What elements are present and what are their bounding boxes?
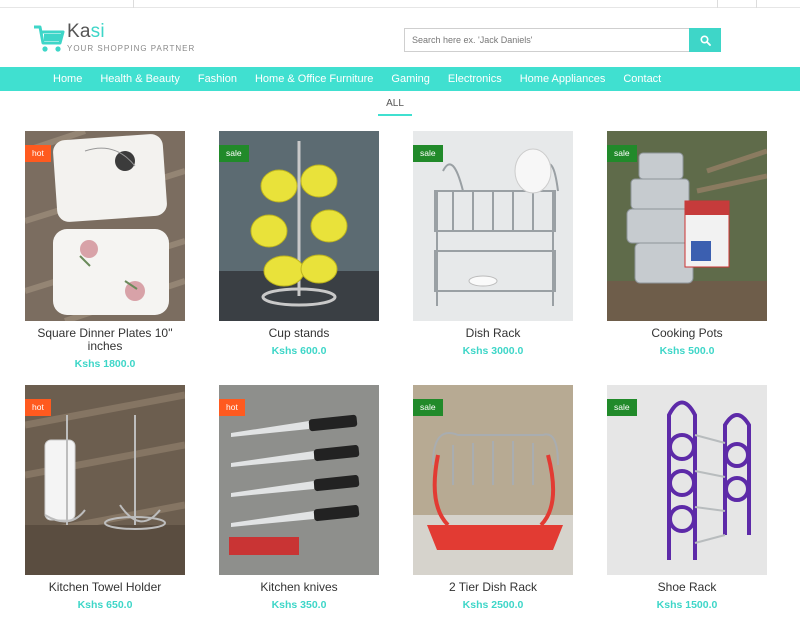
- product-price: Kshs 2500.0: [462, 599, 524, 611]
- product-image[interactable]: sale: [607, 385, 767, 575]
- sale-badge: sale: [413, 399, 443, 416]
- product-price: Kshs 500.0: [659, 345, 715, 357]
- top-strip-divider: [133, 0, 134, 8]
- product-price: Kshs 1800.0: [74, 358, 136, 370]
- hot-badge: hot: [25, 145, 51, 162]
- brand-name-main: Ka: [67, 21, 91, 42]
- product-price: Kshs 1500.0: [656, 599, 718, 611]
- search-bar: [404, 28, 721, 52]
- main-nav: Home Health & Beauty Fashion Home & Offi…: [0, 67, 800, 91]
- product-price: Kshs 3000.0: [462, 345, 524, 357]
- product-name[interactable]: 2 Tier Dish Rack: [413, 581, 573, 594]
- top-strip-divider: [717, 0, 718, 8]
- product-image[interactable]: sale: [219, 131, 379, 321]
- product-card[interactable]: hot Kitchen knives Kshs 350.0: [219, 385, 379, 611]
- product-name[interactable]: Cup stands: [219, 327, 379, 340]
- top-strip-divider: [756, 0, 757, 8]
- search-button[interactable]: [689, 28, 721, 52]
- sale-badge: sale: [413, 145, 443, 162]
- sale-badge: sale: [607, 145, 637, 162]
- nav-item-home-office-furniture[interactable]: Home & Office Furniture: [246, 67, 382, 91]
- nav-item-home-appliances[interactable]: Home Appliances: [511, 67, 615, 91]
- filter-tab-all[interactable]: ALL: [378, 98, 412, 116]
- product-image[interactable]: sale: [413, 131, 573, 321]
- product-name[interactable]: Cooking Pots: [607, 327, 767, 340]
- product-card[interactable]: hot Square Dinner Plates 10'' inches Ksh…: [25, 131, 185, 370]
- product-price: Kshs 650.0: [77, 599, 133, 611]
- product-price: Kshs 350.0: [271, 599, 327, 611]
- top-strip: [0, 0, 800, 8]
- product-card[interactable]: sale Cup stands Kshs 600.0: [219, 131, 379, 357]
- product-name[interactable]: Dish Rack: [413, 327, 573, 340]
- product-card[interactable]: hot Kitchen Towel Holder Kshs 650.0: [25, 385, 185, 611]
- site-logo[interactable]: Kasi YOUR SHOPPING PARTNER: [33, 22, 195, 56]
- product-card[interactable]: sale Cooking Pots Kshs 500.0: [607, 131, 767, 357]
- nav-item-health-beauty[interactable]: Health & Beauty: [91, 67, 189, 91]
- product-name[interactable]: Square Dinner Plates 10'' inches: [25, 327, 185, 353]
- product-price: Kshs 600.0: [271, 345, 327, 357]
- sale-badge: sale: [607, 399, 637, 416]
- product-image[interactable]: sale: [607, 131, 767, 321]
- product-name[interactable]: Kitchen Towel Holder: [25, 581, 185, 594]
- nav-item-electronics[interactable]: Electronics: [439, 67, 511, 91]
- product-card[interactable]: sale Shoe Rack Kshs 1500.0: [607, 385, 767, 611]
- product-image[interactable]: hot: [25, 385, 185, 575]
- hot-badge: hot: [25, 399, 51, 416]
- nav-item-home[interactable]: Home: [44, 67, 91, 91]
- product-name[interactable]: Kitchen knives: [219, 581, 379, 594]
- shopping-cart-icon: [34, 25, 65, 52]
- sale-badge: sale: [219, 145, 249, 162]
- hot-badge: hot: [219, 399, 245, 416]
- product-image[interactable]: hot: [219, 385, 379, 575]
- nav-item-contact[interactable]: Contact: [614, 67, 670, 91]
- brand-tagline: YOUR SHOPPING PARTNER: [67, 44, 196, 53]
- search-input[interactable]: [404, 28, 689, 52]
- nav-item-gaming[interactable]: Gaming: [382, 67, 439, 91]
- product-card[interactable]: sale 2 Tier Dish Rack Kshs 2500.0: [413, 385, 573, 611]
- nav-item-fashion[interactable]: Fashion: [189, 67, 246, 91]
- product-image[interactable]: hot: [25, 131, 185, 321]
- product-name[interactable]: Shoe Rack: [607, 581, 767, 594]
- brand-name-accent: si: [90, 21, 105, 42]
- search-icon: [699, 34, 711, 46]
- product-card[interactable]: sale Dish Rack Kshs 3000.0: [413, 131, 573, 357]
- product-image[interactable]: sale: [413, 385, 573, 575]
- brand-name: Kasi: [67, 22, 195, 42]
